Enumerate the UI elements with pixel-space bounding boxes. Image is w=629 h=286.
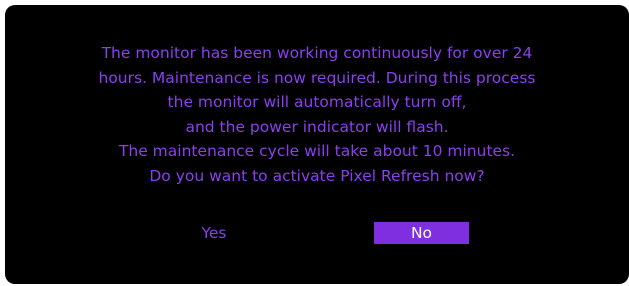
message-line: The maintenance cycle will take about 10… — [118, 142, 516, 160]
message-line: The monitor has been working continuousl… — [101, 44, 533, 62]
message-line: and the power indicator will flash. — [185, 117, 449, 136]
message-line: Do you want to activate Pixel Refresh no… — [149, 166, 485, 185]
pixel-refresh-dialog: The monitor has been working continuousl… — [5, 5, 629, 284]
yes-button[interactable]: Yes — [174, 222, 254, 244]
dialog-message: The monitor has been working continuousl… — [5, 41, 629, 188]
message-line: the monitor will automatically turn off, — [167, 93, 467, 111]
no-button[interactable]: No — [374, 222, 469, 244]
message-line: hours. Maintenance is now required. Duri… — [98, 68, 536, 87]
